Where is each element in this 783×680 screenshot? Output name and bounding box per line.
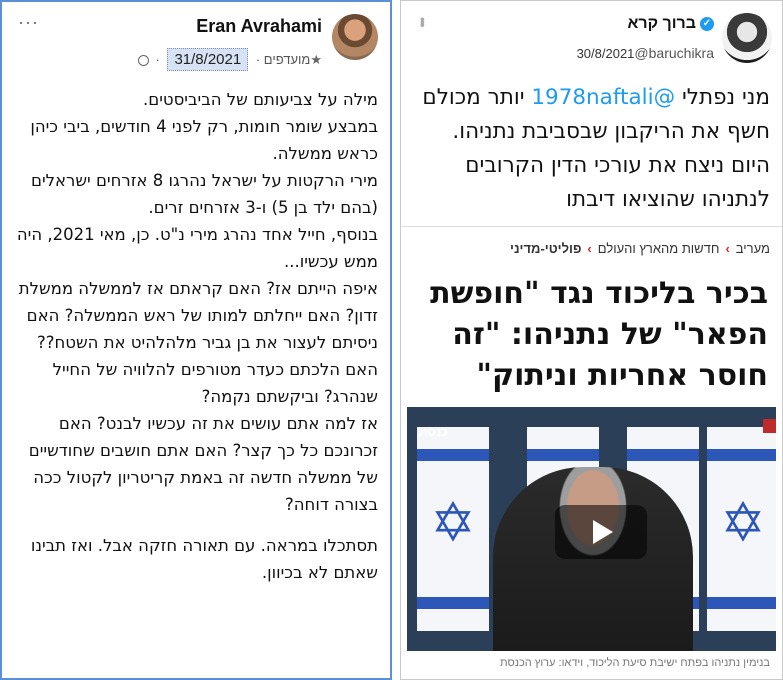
play-button[interactable] (555, 505, 647, 559)
tweet-text: מני נפתלי @1978naftali יותר מכולם חשף את… (411, 81, 770, 217)
facebook-post: ··· Eran Avrahami ★מועדפים · 31/8/2021 ·… (0, 0, 392, 680)
star-icon: ★ (310, 52, 322, 67)
separator-dot: · (155, 52, 160, 67)
israel-flag-image: ✡ (417, 427, 489, 631)
chevron-left-icon: › (587, 241, 592, 256)
video-player[interactable]: ✡ ✡ ✡ ✡ כנסת (407, 407, 776, 651)
breadcrumb-item[interactable]: פוליטי-מדיני (510, 241, 581, 256)
audience-label: מועדפים (263, 52, 311, 67)
speaker-image (493, 467, 693, 651)
tweet-text-start: מני נפתלי (675, 85, 770, 110)
article-card[interactable]: מעריב › חדשות מהארץ והעולם › פוליטי-מדיני בכ… (401, 226, 782, 679)
avatar[interactable] (332, 14, 378, 60)
chevron-left-icon: › (725, 241, 730, 256)
post-paragraph: מירי הרקטות על ישראל נהרגו 8 אזרחים ישרא… (31, 171, 378, 217)
breadcrumb: מעריב › חדשות מהארץ והעולם › פוליטי-מדיני (510, 241, 770, 256)
tweet-handle[interactable]: @baruchikra (634, 45, 714, 61)
post-paragraph: איפה הייתם אז? האם קראתם אז לממשלה ממשלת… (18, 279, 378, 352)
post-paragraph: במבצע שומר חומות, רק לפני 4 חודשים, ביבי… (30, 117, 378, 163)
post-paragraph: תסתכלו במראה. עם תאורה חזקה אבל. ואז תבי… (30, 536, 378, 582)
breadcrumb-item[interactable]: חדשות מהארץ והעולם (598, 241, 720, 256)
video-caption: בנימין נתניהו בפתח ישיבת סיעת הליכוד, וי… (499, 657, 770, 669)
post-paragraph: האם הלכתם כעדר מטורפים להלוויה של החייל … (52, 360, 378, 406)
more-options-button[interactable]: ··· (18, 12, 39, 33)
post-paragraph: אז למה אתם עושים את זה עכשיו לבנט? האם ז… (28, 414, 378, 514)
avatar[interactable] (722, 13, 772, 63)
article-headline[interactable]: בכיר בליכוד נגד "חופשת הפאר" של נתניהו: … (417, 273, 768, 396)
mention-link[interactable]: @1978naftali (531, 85, 675, 110)
post-paragraph: מילה על צביעותם של הביביסטים. (143, 90, 378, 109)
tweet: ••• ✓ ברוך קרא 30/8/2021@baruchikra מני נ… (400, 0, 783, 680)
breadcrumb-item[interactable]: מעריב (736, 241, 770, 256)
tweet-author[interactable]: ✓ ברוך קרא (627, 15, 714, 33)
separator-dot: · (255, 52, 261, 67)
post-meta: ★מועדפים · 31/8/2021 · (135, 48, 322, 71)
post-paragraph: בנוסף, חייל אחד נהרג מירי נ"ט. כן, מאי 2… (16, 225, 378, 271)
verified-badge-icon: ✓ (700, 16, 714, 31)
globe-icon (137, 55, 149, 67)
tweet-author-name: ברוך קרא (627, 15, 696, 32)
tweet-handle-line: 30/8/2021@baruchikra (569, 45, 714, 61)
israel-flag-image: ✡ (707, 427, 776, 631)
post-body: מילה על צביעותם של הביביסטים. במבצע שומר… (10, 86, 378, 586)
tweet-date[interactable]: 30/8/2021 (577, 46, 635, 61)
video-corner-tag (763, 419, 776, 433)
post-header: ··· Eran Avrahami ★מועדפים · 31/8/2021 · (8, 8, 384, 74)
author-name[interactable]: Eran Avrahami (196, 16, 322, 37)
post-date[interactable]: 31/8/2021 (167, 48, 249, 71)
channel-logo: כנסת (419, 425, 448, 439)
more-options-icon[interactable]: ••• (415, 17, 431, 26)
